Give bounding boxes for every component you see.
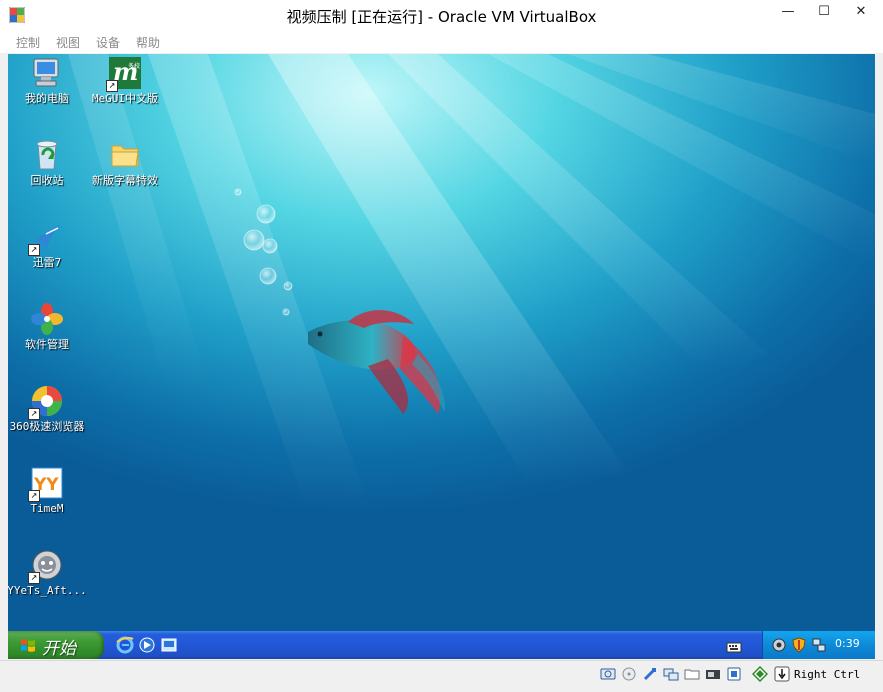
- desktop-icon-recycle-bin[interactable]: 回收站: [8, 138, 87, 187]
- optical-drive-icon[interactable]: [621, 666, 637, 682]
- shortcut-arrow-icon: ↗: [106, 80, 118, 92]
- start-label: 开始: [42, 639, 76, 659]
- maximize-button[interactable]: ☐: [808, 0, 840, 22]
- software-manager-icon: [30, 302, 64, 336]
- windows-flag-icon: [21, 639, 35, 652]
- clock[interactable]: 0:39: [835, 637, 860, 650]
- media-icon[interactable]: [138, 636, 156, 654]
- menu-bar: 控制 视图 设备 帮助: [0, 31, 883, 53]
- network-icon[interactable]: [811, 637, 827, 653]
- desktop-icon-360-browser[interactable]: ↗ 360极速浏览器: [8, 384, 87, 433]
- guest-screen[interactable]: 我的电脑 m 多校 ↗ MeGUI中文版 回收站 新版字幕特效 ↗ 迅雷7 软件…: [8, 54, 875, 659]
- network-adapter-icon[interactable]: [726, 666, 742, 682]
- megui-sub: 多校: [128, 62, 140, 70]
- 360-browser-icon: ↗: [28, 384, 64, 420]
- desktop-icon-software-manager[interactable]: 软件管理: [8, 302, 87, 351]
- keyboard-icon[interactable]: [726, 639, 742, 655]
- recycle-bin-icon: [30, 138, 64, 172]
- host-key-label: Right Ctrl: [794, 668, 861, 681]
- desktop-icon-yyets[interactable]: ↗ YYeTs_Aft...: [8, 548, 87, 597]
- desktop-icon-megui[interactable]: m 多校 ↗ MeGUI中文版: [85, 56, 165, 105]
- host-key-arrow-icon[interactable]: [774, 666, 790, 682]
- desktop-show-icon[interactable]: [160, 636, 178, 654]
- desktop-icon-label: 回收站: [30, 174, 64, 187]
- shortcut-arrow-icon: ↗: [28, 572, 40, 584]
- system-tray: 0:39: [762, 631, 875, 659]
- menu-help[interactable]: 帮助: [136, 34, 160, 51]
- video-capture-icon[interactable]: [705, 666, 721, 682]
- ie-icon[interactable]: [116, 636, 134, 654]
- menu-control[interactable]: 控制: [16, 34, 40, 51]
- thunder-icon: ↗: [28, 220, 64, 256]
- desktop-icon-label: 迅雷7: [32, 256, 62, 269]
- desktop-icon-label: 软件管理: [25, 338, 69, 351]
- start-button[interactable]: 开始: [8, 631, 104, 659]
- desktop-icon-label: 新版字幕特效: [92, 174, 158, 187]
- window-titlebar: 视频压制 [正在运行] - Oracle VM VirtualBox — ☐ ✕: [0, 0, 883, 31]
- shortcut-arrow-icon: ↗: [28, 490, 40, 502]
- desktop-icon-my-computer[interactable]: 我的电脑: [8, 56, 87, 105]
- desktop-icon-label: 我的电脑: [25, 92, 69, 105]
- desktop-icon-label: YYeTs_Aft...: [8, 584, 87, 597]
- timem-icon: YY ↗: [28, 466, 64, 502]
- desktop-icon-subtitle-folder[interactable]: 新版字幕特效: [85, 138, 165, 187]
- close-button[interactable]: ✕: [842, 0, 880, 22]
- megui-icon: m 多校 ↗: [106, 56, 142, 92]
- hard-disk-icon[interactable]: [600, 666, 616, 682]
- window-title: 视频压制 [正在运行] - Oracle VM VirtualBox: [286, 8, 597, 26]
- shortcut-arrow-icon: ↗: [28, 244, 40, 256]
- taskbar: 开始 0:39: [8, 631, 875, 659]
- desktop-icon-thunder[interactable]: ↗ 迅雷7: [8, 220, 87, 269]
- shield-icon[interactable]: [791, 637, 807, 653]
- guest-additions-icon[interactable]: [752, 666, 768, 682]
- display-icon[interactable]: [684, 666, 700, 682]
- yyets-icon: ↗: [28, 548, 64, 584]
- desktop-icon-timem[interactable]: YY ↗ TimeM: [8, 466, 87, 515]
- folder-icon: [108, 138, 142, 172]
- desktop-icon-label: 360极速浏览器: [9, 420, 85, 433]
- computer-icon: [30, 56, 64, 90]
- sound-icon[interactable]: [771, 637, 787, 653]
- minimize-button[interactable]: —: [772, 0, 804, 22]
- desktop-icon-label: TimeM: [30, 502, 64, 515]
- usb-icon[interactable]: [642, 666, 658, 682]
- desktop-icon-label: MeGUI中文版: [91, 92, 159, 105]
- shared-folders-icon[interactable]: [663, 666, 679, 682]
- vm-statusbar: Right Ctrl: [0, 660, 883, 692]
- menu-devices[interactable]: 设备: [96, 34, 120, 51]
- menu-view[interactable]: 视图: [56, 34, 80, 51]
- shortcut-arrow-icon: ↗: [28, 408, 40, 420]
